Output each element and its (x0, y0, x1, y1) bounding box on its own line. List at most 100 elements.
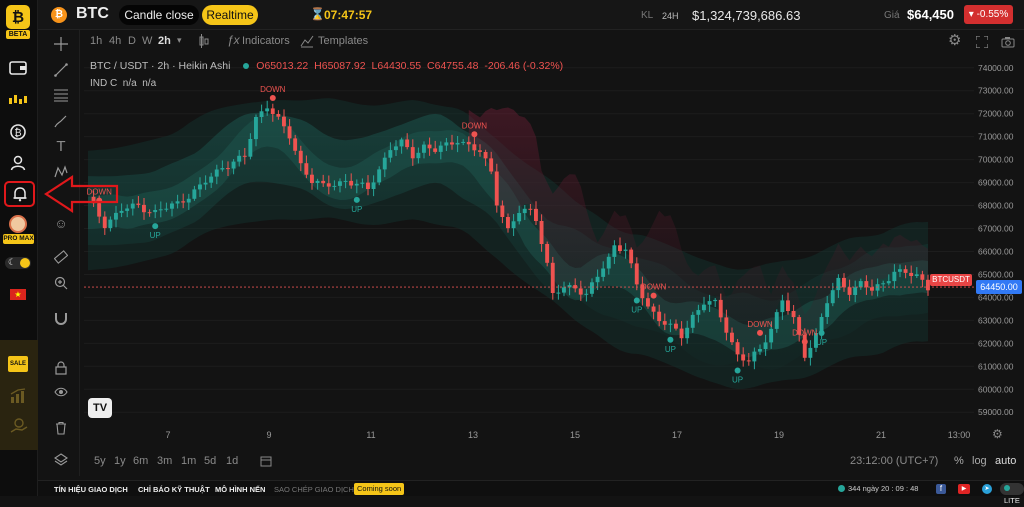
timeframe-2h-active[interactable]: 2h (158, 35, 171, 47)
bitcoin-icon[interactable]: ₿ (5, 121, 31, 143)
up-signal-dot (818, 330, 825, 337)
price-tick-label: 59000.00 (978, 407, 1014, 417)
lite-toggle[interactable]: LITE (1000, 483, 1024, 505)
youtube-icon[interactable]: ▶ (958, 484, 970, 494)
axis-settings-icon[interactable]: ⚙ (992, 427, 1003, 441)
avatar[interactable] (9, 215, 27, 233)
candle-body (466, 141, 471, 145)
candle-body (164, 208, 169, 210)
timeframe-d[interactable]: D (128, 35, 136, 47)
candle-body (282, 116, 286, 127)
theme-toggle[interactable]: ☾ (5, 257, 31, 269)
chart-svg[interactable]: DOWNUPDOWNUPDOWNUPDOWNUPDOWNUPDOWNUP (84, 54, 974, 426)
app-logo[interactable]: ₿ (6, 5, 30, 29)
eye-icon[interactable] (52, 383, 70, 401)
date-range-icon[interactable] (260, 454, 272, 467)
candle-body (326, 183, 331, 187)
range-1d[interactable]: 1d (226, 455, 238, 467)
trash-icon[interactable] (52, 419, 70, 437)
indicators-button[interactable]: Indicators (242, 35, 290, 47)
up-signal-label: UP (816, 338, 827, 347)
candle-body (433, 148, 438, 152)
time-tick-label: 7 (165, 430, 170, 440)
fib-lines-icon[interactable] (52, 86, 70, 104)
realtime-button[interactable]: Realtime (202, 5, 258, 25)
hand-coin-icon[interactable] (10, 418, 28, 434)
candle-body (349, 180, 354, 186)
legend-delta: -206.46 (-0.32%) (484, 60, 564, 72)
candle-body (898, 269, 902, 272)
candle-body (209, 176, 214, 183)
crosshair-icon[interactable] (52, 35, 70, 53)
indicator-legend[interactable]: IND C n/a n/a (90, 78, 156, 89)
candle-body (338, 181, 342, 186)
settings-gear-icon[interactable]: ⚙ (948, 31, 961, 49)
candle-body (461, 141, 466, 143)
vietnam-flag-icon[interactable]: ★ (10, 289, 26, 300)
time-axis[interactable]: 7 9 11 13 15 17 19 21 13:00 ⚙ (84, 426, 1002, 444)
trendline-icon[interactable] (52, 61, 70, 79)
bell-alert-button[interactable] (4, 181, 35, 207)
tab-technical-indicators[interactable]: CHỈ BÁO KỸ THUẬT (138, 485, 210, 494)
chart-growth-icon[interactable] (10, 388, 28, 404)
candle-body (836, 277, 841, 291)
ruler-icon[interactable] (52, 248, 70, 266)
tab-trading-signals[interactable]: TÍN HIỆU GIAO DỊCH (54, 485, 128, 494)
templates-button[interactable]: Templates (318, 35, 368, 47)
price-tick-label: 68000.00 (978, 201, 1014, 211)
emoji-icon[interactable]: ☺ (52, 214, 70, 232)
camera-icon[interactable] (1001, 35, 1015, 48)
text-tool-icon[interactable]: T (52, 137, 70, 155)
templates-icon[interactable] (300, 34, 314, 48)
timeframe-w[interactable]: W (142, 35, 152, 47)
time-tick-label: 17 (672, 430, 682, 440)
fullscreen-icon[interactable] (975, 35, 989, 49)
candle-body (690, 314, 695, 328)
percent-toggle[interactable]: % (954, 455, 964, 467)
telegram-icon[interactable]: ➤ (982, 484, 992, 494)
zoom-in-icon[interactable] (52, 274, 70, 292)
symbol-title[interactable]: BTC (76, 5, 109, 23)
candle-body (276, 114, 281, 117)
range-5d[interactable]: 5d (204, 455, 216, 467)
facebook-icon[interactable]: f (936, 484, 946, 494)
current-time[interactable]: 23:12:00 (UTC+7) (850, 455, 938, 467)
down-signal-label: DOWN (260, 85, 286, 94)
candle-body (108, 219, 113, 229)
candle-body (864, 281, 869, 288)
candle-body (780, 300, 785, 313)
candle-body (455, 142, 460, 145)
indicators-fx-icon[interactable]: ƒx (227, 33, 240, 47)
layers-icon[interactable] (52, 451, 70, 469)
candle-body (545, 244, 550, 263)
range-1y[interactable]: 1y (114, 455, 126, 467)
tab-candle-patterns[interactable]: MÔ HÌNH NẾN (215, 485, 265, 494)
range-1m[interactable]: 1m (181, 455, 196, 467)
brush-icon[interactable] (52, 112, 70, 130)
price-axis[interactable]: 74000.00 73000.00 72000.00 71000.00 70000.00… (974, 54, 1024, 426)
tab-copy-trading[interactable]: SAO CHÉP GIAO DỊCH (274, 485, 354, 494)
candle-close-button[interactable]: Candle close (119, 5, 199, 25)
range-3m[interactable]: 3m (157, 455, 172, 467)
candle-body (366, 182, 370, 189)
candle-body (646, 298, 650, 307)
candle-body (769, 328, 774, 343)
candle-body (270, 108, 275, 114)
sale-badge[interactable]: SALE (8, 356, 28, 372)
lock-icon[interactable] (52, 359, 70, 377)
tradingview-logo[interactable]: TV (88, 398, 112, 418)
chevron-down-icon[interactable]: ▾ (177, 35, 182, 46)
candles-icon[interactable] (5, 89, 31, 111)
auto-toggle[interactable]: auto (995, 455, 1016, 467)
price-chart[interactable]: DOWN UP DOWN UP DOWN UP DOWN UP DOWN UP DOWN UP BTC… (44, 54, 974, 426)
range-6m[interactable]: 6m (133, 455, 148, 467)
timeframe-4h[interactable]: 4h (109, 35, 121, 47)
candle-body (774, 312, 779, 329)
user-icon[interactable] (5, 152, 31, 174)
log-toggle[interactable]: log (972, 455, 987, 467)
wallet-icon[interactable] (5, 57, 31, 79)
range-5y[interactable]: 5y (94, 455, 106, 467)
candle-type-icon[interactable] (198, 34, 210, 48)
magnet-icon[interactable] (52, 309, 70, 327)
timeframe-1h[interactable]: 1h (90, 35, 102, 47)
